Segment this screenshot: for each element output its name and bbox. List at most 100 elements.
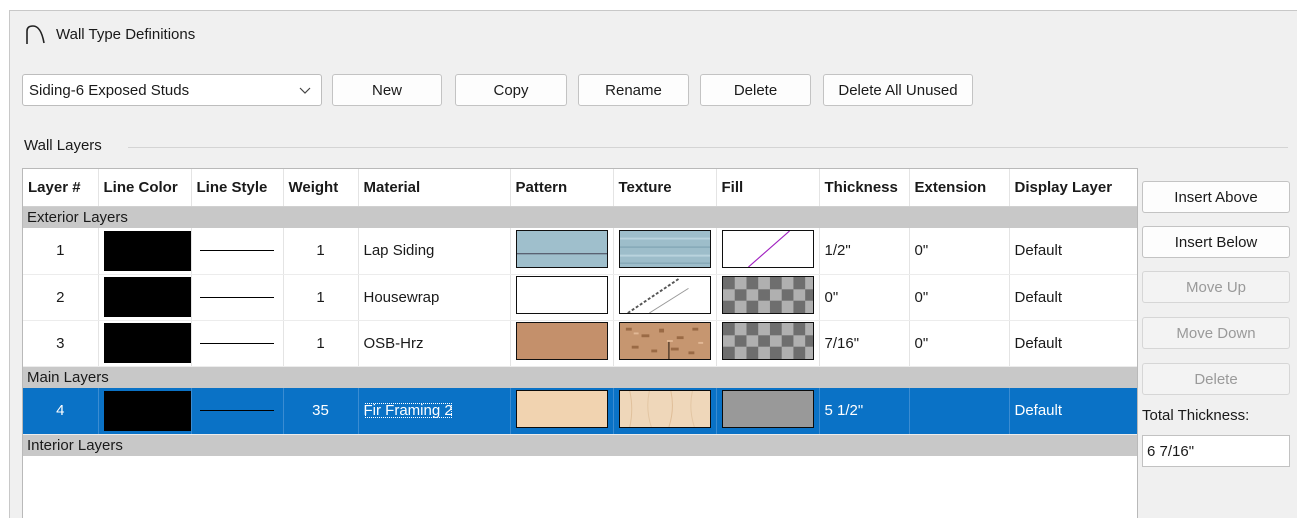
line-color-cell[interactable]	[98, 228, 192, 275]
line-color-swatch	[103, 230, 190, 271]
insert-below-button[interactable]: Insert Below	[1142, 226, 1290, 258]
column-header[interactable]: Pattern	[510, 169, 614, 207]
fill-cell[interactable]	[716, 388, 820, 435]
pattern-cell[interactable]	[510, 228, 614, 275]
osb-texture-icon	[618, 322, 711, 360]
fill-cell[interactable]	[716, 274, 820, 321]
line-color-cell[interactable]	[98, 320, 192, 367]
extension-cell[interactable]	[909, 388, 1010, 435]
line-style-cell[interactable]	[191, 228, 284, 275]
blank-pattern-icon	[515, 276, 608, 314]
line-color-cell[interactable]	[98, 274, 192, 321]
display-layer-cell[interactable]: Default	[1009, 320, 1137, 367]
solid-line-icon	[200, 342, 274, 344]
column-header[interactable]: Fill	[716, 169, 820, 207]
insert-above-button[interactable]: Insert Above	[1142, 181, 1290, 213]
column-header[interactable]: Display Layer	[1009, 169, 1137, 207]
housewrap-texture-icon	[618, 276, 711, 314]
texture-cell[interactable]	[613, 274, 717, 321]
column-header[interactable]: Thickness	[819, 169, 910, 207]
table-row[interactable]: 1 1 Lap Siding 1/2" 0" Default	[23, 228, 1137, 275]
section-label: Exterior Layers	[23, 206, 1137, 228]
lap-siding-texture-icon	[618, 229, 711, 268]
texture-cell[interactable]	[613, 320, 717, 367]
thickness-cell[interactable]: 5 1/2"	[819, 388, 910, 435]
section-exterior: Exterior Layers	[23, 206, 1137, 228]
layer-number: 3	[23, 320, 99, 367]
checker-fill-icon	[721, 322, 814, 360]
line-style-cell[interactable]	[191, 388, 284, 435]
material-cell[interactable]: Housewrap	[358, 274, 511, 321]
material-cell[interactable]: Lap Siding	[358, 228, 511, 275]
display-layer-cell[interactable]: Default	[1009, 388, 1137, 435]
extension-cell[interactable]: 0"	[909, 228, 1010, 275]
table-row[interactable]: 2 1 Housewrap 0" 0" Default	[23, 274, 1137, 321]
column-header[interactable]: Layer #	[23, 169, 99, 207]
column-header[interactable]: Weight	[283, 169, 359, 207]
rename-button[interactable]: Rename	[578, 74, 689, 106]
wall-layers-table: Layer # Line Color Line Style Weight Mat…	[23, 169, 1137, 456]
total-thickness-label: Total Thickness:	[1142, 407, 1250, 424]
weight-cell[interactable]: 1	[283, 228, 359, 275]
material-cell[interactable]: OSB-Hrz	[358, 320, 511, 367]
column-header[interactable]: Line Color	[98, 169, 192, 207]
move-up-button[interactable]: Move Up	[1142, 271, 1290, 303]
weight-cell[interactable]: 35	[283, 388, 359, 435]
lap-siding-pattern-icon	[515, 229, 608, 268]
extension-cell[interactable]: 0"	[909, 320, 1010, 367]
texture-cell[interactable]	[613, 388, 717, 435]
fill-cell[interactable]	[716, 228, 820, 275]
thickness-cell[interactable]: 7/16"	[819, 320, 910, 367]
line-style-cell[interactable]	[191, 274, 284, 321]
weight-cell[interactable]: 1	[283, 274, 359, 321]
column-header[interactable]: Texture	[613, 169, 717, 207]
weight-cell[interactable]: 1	[283, 320, 359, 367]
wall-layers-label: Wall Layers	[24, 137, 108, 154]
header-row: Layer # Line Color Line Style Weight Mat…	[23, 169, 1137, 207]
texture-cell[interactable]	[613, 228, 717, 275]
arch-icon	[26, 25, 45, 44]
new-button[interactable]: New	[332, 74, 442, 106]
thickness-cell[interactable]: 1/2"	[819, 228, 910, 275]
layer-number: 2	[23, 274, 99, 321]
line-color-swatch	[103, 390, 190, 431]
wall-type-dropdown[interactable]: Siding-6 Exposed Studs	[22, 74, 322, 106]
delete-all-unused-button[interactable]: Delete All Unused	[823, 74, 973, 106]
display-layer-cell[interactable]: Default	[1009, 274, 1137, 321]
material-cell[interactable]: Fir Framing 2	[358, 388, 511, 435]
pattern-cell[interactable]	[510, 320, 614, 367]
extension-cell[interactable]: 0"	[909, 274, 1010, 321]
pattern-cell[interactable]	[510, 388, 614, 435]
move-down-button[interactable]: Move Down	[1142, 317, 1290, 349]
table-row-selected[interactable]: 4 35 Fir Framing 2 5 1/2" Default	[23, 388, 1137, 435]
material-name: Fir Framing 2	[363, 402, 453, 420]
gray-fill-icon	[721, 389, 814, 428]
column-header[interactable]: Extension	[909, 169, 1010, 207]
section-main: Main Layers	[23, 366, 1137, 388]
section-label: Main Layers	[23, 366, 1137, 388]
window-title: Wall Type Definitions	[56, 25, 196, 43]
delete-layer-button[interactable]: Delete	[1142, 363, 1290, 395]
total-thickness-field[interactable]: 6 7/16"	[1142, 435, 1290, 467]
toolbar: Siding-6 Exposed Studs New Copy Rename D…	[22, 74, 1292, 106]
line-color-swatch	[103, 323, 190, 363]
layer-number: 4	[23, 388, 99, 435]
pattern-cell[interactable]	[510, 274, 614, 321]
fill-cell[interactable]	[716, 320, 820, 367]
table-row[interactable]: 3 1 OSB-Hrz 7/16" 0" Default	[23, 320, 1137, 367]
copy-button[interactable]: Copy	[455, 74, 567, 106]
fir-pattern-icon	[515, 389, 608, 428]
column-header[interactable]: Material	[358, 169, 511, 207]
delete-type-button[interactable]: Delete	[700, 74, 811, 106]
line-color-swatch	[103, 277, 190, 317]
wall-layers-grid[interactable]: Layer # Line Color Line Style Weight Mat…	[22, 168, 1138, 518]
wall-type-definitions-dialog: Wall Type Definitions Siding-6 Exposed S…	[9, 10, 1297, 518]
fir-texture-icon	[618, 389, 711, 428]
display-layer-cell[interactable]: Default	[1009, 228, 1137, 275]
line-color-cell[interactable]	[98, 388, 192, 435]
column-header[interactable]: Line Style	[191, 169, 284, 207]
thickness-cell[interactable]: 0"	[819, 274, 910, 321]
title-bar: Wall Type Definitions	[10, 11, 1297, 57]
solid-line-icon	[200, 296, 274, 298]
line-style-cell[interactable]	[191, 320, 284, 367]
